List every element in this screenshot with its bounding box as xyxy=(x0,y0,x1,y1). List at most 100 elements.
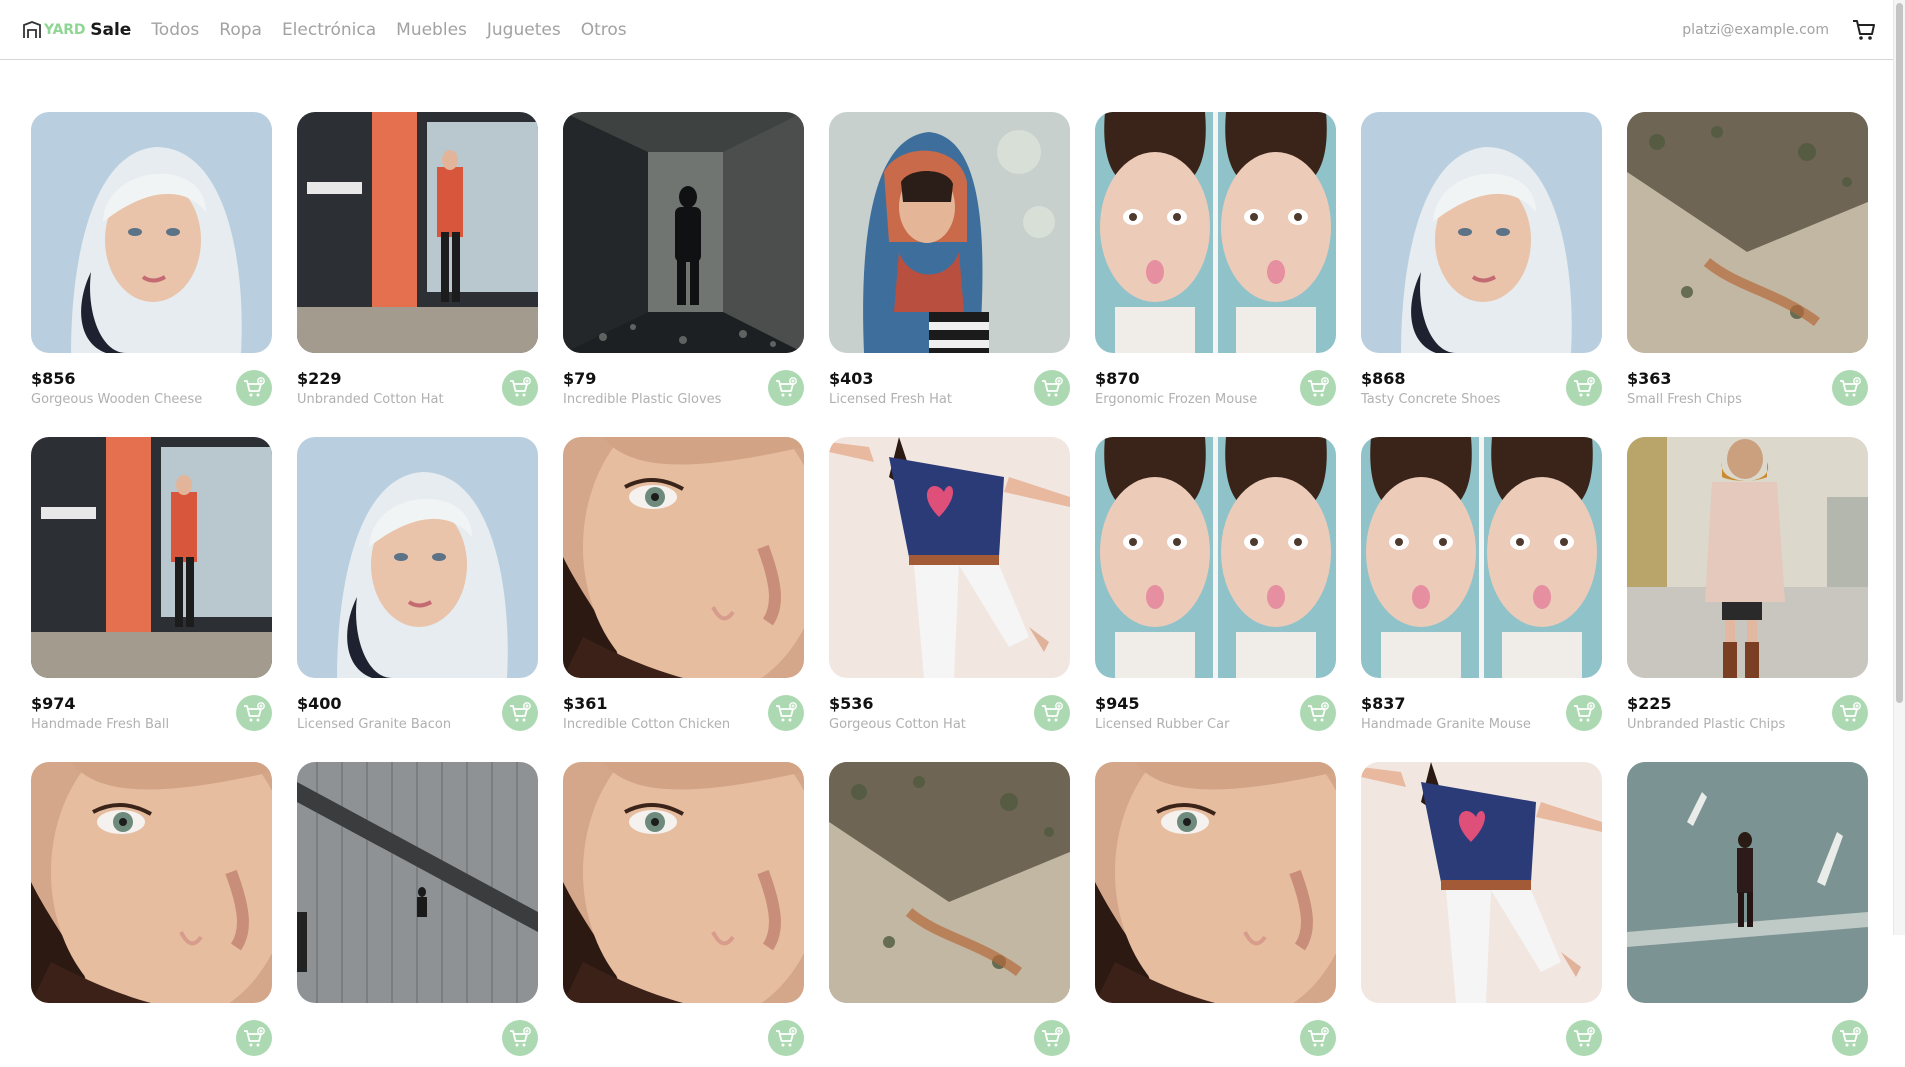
add-to-cart-icon xyxy=(1574,702,1595,722)
add-to-cart-icon xyxy=(1308,377,1329,397)
nav-link-ropa[interactable]: Ropa xyxy=(219,20,262,40)
product-name: Incredible Plastic Gloves xyxy=(563,392,722,407)
add-to-cart-button[interactable] xyxy=(1034,370,1070,406)
product-image[interactable] xyxy=(1361,112,1602,353)
product-card[interactable]: $837 Handmade Granite Mouse xyxy=(1361,437,1602,742)
product-card[interactable]: $536 Gorgeous Cotton Hat xyxy=(829,437,1070,742)
nav-link-electronica[interactable]: Electrónica xyxy=(282,20,376,40)
user-email[interactable]: platzi@example.com xyxy=(1682,22,1829,38)
product-info: $363 Small Fresh Chips xyxy=(1627,370,1868,407)
product-card[interactable] xyxy=(297,762,538,1067)
logo[interactable]: YARD Sale xyxy=(22,20,131,40)
add-to-cart-button[interactable] xyxy=(236,695,272,731)
add-to-cart-button[interactable] xyxy=(1566,1020,1602,1056)
add-to-cart-button[interactable] xyxy=(1832,695,1868,731)
add-to-cart-icon xyxy=(1840,1027,1861,1047)
product-name: Gorgeous Wooden Cheese xyxy=(31,392,203,407)
add-to-cart-icon xyxy=(1042,702,1063,722)
add-to-cart-button[interactable] xyxy=(1034,695,1070,731)
add-to-cart-button[interactable] xyxy=(502,695,538,731)
product-info: $870 Ergonomic Frozen Mouse xyxy=(1095,370,1336,407)
add-to-cart-button[interactable] xyxy=(1832,1020,1868,1056)
page-scrollbar[interactable] xyxy=(1893,0,1905,935)
product-card[interactable] xyxy=(31,762,272,1067)
product-image[interactable] xyxy=(1627,112,1868,353)
add-to-cart-button[interactable] xyxy=(1566,695,1602,731)
product-image[interactable] xyxy=(829,112,1070,353)
product-image[interactable] xyxy=(1095,762,1336,1003)
product-photo xyxy=(829,112,1070,353)
product-image[interactable] xyxy=(563,762,804,1003)
add-to-cart-button[interactable] xyxy=(236,1020,272,1056)
nav-link-juguetes[interactable]: Juguetes xyxy=(487,20,561,40)
cart-icon[interactable] xyxy=(1851,17,1877,43)
product-text: $536 Gorgeous Cotton Hat xyxy=(829,695,966,733)
product-info: $225 Unbranded Plastic Chips xyxy=(1627,695,1868,732)
product-name: Gorgeous Cotton Hat xyxy=(829,717,966,732)
product-photo xyxy=(829,437,1070,678)
product-card[interactable]: $400 Licensed Granite Bacon xyxy=(297,437,538,742)
scrollbar-thumb[interactable] xyxy=(1896,3,1903,703)
product-card[interactable]: $229 Unbranded Cotton Hat xyxy=(297,112,538,417)
product-image[interactable] xyxy=(31,437,272,678)
add-to-cart-button[interactable] xyxy=(1300,370,1336,406)
add-to-cart-button[interactable] xyxy=(236,370,272,406)
add-to-cart-button[interactable] xyxy=(768,695,804,731)
product-card[interactable]: $361 Incredible Cotton Chicken xyxy=(563,437,804,742)
product-card[interactable] xyxy=(1095,762,1336,1067)
product-card[interactable] xyxy=(1627,762,1868,1067)
product-photo xyxy=(1627,112,1868,353)
product-card[interactable]: $363 Small Fresh Chips xyxy=(1627,112,1868,417)
product-card[interactable]: $945 Licensed Rubber Car xyxy=(1095,437,1336,742)
product-image[interactable] xyxy=(563,112,804,353)
product-card[interactable] xyxy=(563,762,804,1067)
product-card[interactable] xyxy=(1361,762,1602,1067)
product-image[interactable] xyxy=(829,437,1070,678)
product-image[interactable] xyxy=(31,112,272,353)
nav-link-muebles[interactable]: Muebles xyxy=(396,20,467,40)
add-to-cart-button[interactable] xyxy=(1300,1020,1336,1056)
product-image[interactable] xyxy=(563,437,804,678)
add-to-cart-button[interactable] xyxy=(1566,370,1602,406)
product-info xyxy=(563,1020,804,1056)
product-info: $536 Gorgeous Cotton Hat xyxy=(829,695,1070,732)
product-price: $403 xyxy=(829,369,874,388)
product-image[interactable] xyxy=(297,112,538,353)
product-card[interactable]: $856 Gorgeous Wooden Cheese xyxy=(31,112,272,417)
product-image[interactable] xyxy=(31,762,272,1003)
product-image[interactable] xyxy=(1361,762,1602,1003)
nav-right: platzi@example.com xyxy=(1682,17,1883,43)
add-to-cart-button[interactable] xyxy=(1034,1020,1070,1056)
product-image[interactable] xyxy=(1361,437,1602,678)
product-text: $837 Handmade Granite Mouse xyxy=(1361,695,1531,733)
product-card[interactable]: $868 Tasty Concrete Shoes xyxy=(1361,112,1602,417)
nav-link-otros[interactable]: Otros xyxy=(581,20,627,40)
add-to-cart-button[interactable] xyxy=(502,1020,538,1056)
nav-link-todos[interactable]: Todos xyxy=(151,20,199,40)
product-card[interactable]: $79 Incredible Plastic Gloves xyxy=(563,112,804,417)
product-card[interactable]: $403 Licensed Fresh Hat xyxy=(829,112,1070,417)
product-photo xyxy=(297,112,538,353)
product-image[interactable] xyxy=(1095,437,1336,678)
add-to-cart-button[interactable] xyxy=(1832,370,1868,406)
product-card[interactable]: $870 Ergonomic Frozen Mouse xyxy=(1095,112,1336,417)
product-image[interactable] xyxy=(829,762,1070,1003)
add-to-cart-button[interactable] xyxy=(768,370,804,406)
product-photo xyxy=(31,437,272,678)
product-photo xyxy=(1627,762,1868,1003)
add-to-cart-icon xyxy=(776,702,797,722)
add-to-cart-button[interactable] xyxy=(502,370,538,406)
product-photo xyxy=(1095,762,1336,1003)
logo-sale-text: Sale xyxy=(90,19,132,40)
product-image[interactable] xyxy=(1627,762,1868,1003)
product-image[interactable] xyxy=(1095,112,1336,353)
add-to-cart-button[interactable] xyxy=(1300,695,1336,731)
product-card[interactable]: $974 Handmade Fresh Ball xyxy=(31,437,272,742)
product-image[interactable] xyxy=(297,437,538,678)
product-card[interactable] xyxy=(829,762,1070,1067)
product-card[interactable]: $225 Unbranded Plastic Chips xyxy=(1627,437,1868,742)
product-image[interactable] xyxy=(297,762,538,1003)
product-image[interactable] xyxy=(1627,437,1868,678)
product-text: $79 Incredible Plastic Gloves xyxy=(563,370,722,408)
add-to-cart-button[interactable] xyxy=(768,1020,804,1056)
